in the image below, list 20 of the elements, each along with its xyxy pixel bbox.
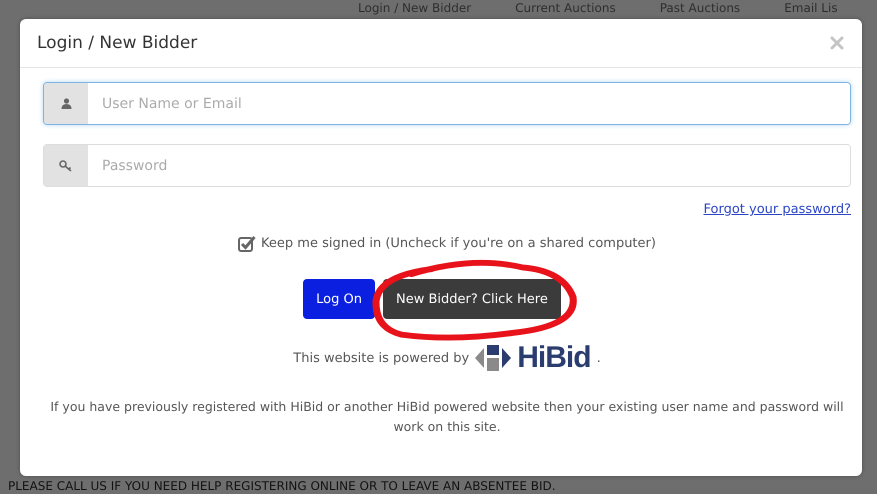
powered-by-text: This website is powered by: [293, 350, 470, 366]
input-field[interactable]: User Name or Email: [43, 82, 851, 125]
help-notice: PLEASE CALL US IF YOU NEED HELP REGISTERING ONLINE OR TO LEAVE AN ABSENTEE BID.: [7, 479, 557, 494]
period-text: .: [596, 350, 601, 366]
input-field[interactable]: Password: [43, 144, 851, 187]
nav-link[interactable]: Email Lis: [784, 1, 838, 15]
logo-arrows-icon: [475, 344, 512, 372]
user-icon: [60, 98, 72, 109]
dialog-title: Login / New Bidder: [37, 33, 198, 53]
log-on-button[interactable]: Log On: [303, 279, 375, 319]
nav-link[interactable]: Past Auctions: [660, 1, 740, 15]
checkbox[interactable]: [238, 235, 256, 252]
nav-link[interactable]: Login / New Bidder: [358, 1, 472, 15]
new-bidder-button[interactable]: New Bidder? Click Here: [382, 279, 561, 319]
key-icon: [59, 160, 73, 172]
brand-logo-text: HiBid: [517, 341, 591, 375]
footer-note: If you have previously registered with HiBid or another HiBid powered website then your existing user name and password will work on this site.: [49, 398, 845, 436]
keep-signed-in-label: Keep me signed in (Uncheck if you're on a shared computer): [261, 236, 656, 251]
nav-link[interactable]: Current Auctions: [515, 1, 616, 15]
forgot-password-link[interactable]: Forgot your password?: [703, 202, 851, 217]
